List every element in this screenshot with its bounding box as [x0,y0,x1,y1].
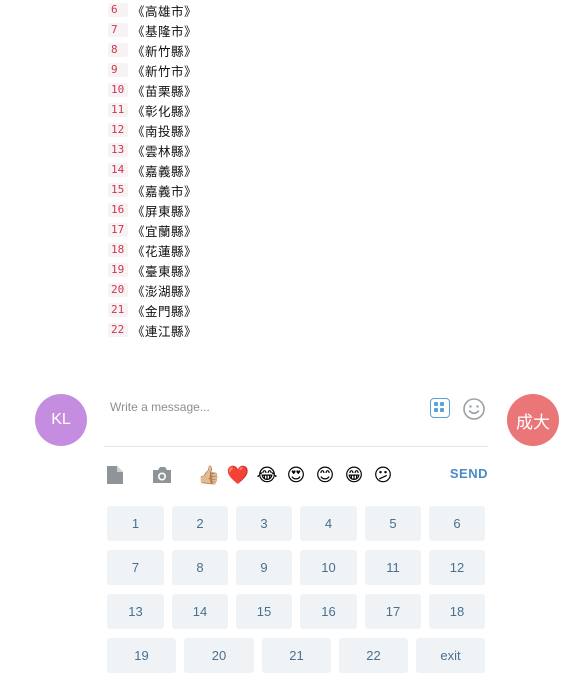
camera-icon[interactable] [150,462,174,488]
keypad-button-10[interactable]: 10 [300,550,357,585]
item-label: 《南投縣》 [132,123,198,139]
item-number: 22 [108,323,128,337]
list-item: 19 《臺東縣》 [108,260,328,280]
item-label: 《金門縣》 [132,303,198,319]
keypad-button-9[interactable]: 9 [236,550,292,585]
user-avatar[interactable]: KL [35,394,87,446]
item-label: 《嘉義縣》 [132,163,198,179]
item-number: 15 [108,183,128,197]
item-label: 《高雄市》 [132,3,198,19]
list-item: 7 《基隆市》 [108,20,328,40]
emoji-picker-icon[interactable] [462,397,486,421]
item-label: 《屏東縣》 [132,203,198,219]
item-label: 《新竹市》 [132,63,198,79]
thumbs-up-emoji[interactable]: 👍🏼 [197,463,221,487]
message-composer [104,388,488,447]
list-item: 6 《高雄市》 [108,0,328,20]
item-number: 11 [108,103,128,117]
list-item: 10 《苗栗縣》 [108,80,328,100]
item-number: 16 [108,203,128,217]
keypad-button-13[interactable]: 13 [107,594,164,629]
keypad-button-6[interactable]: 6 [429,506,485,541]
grinning-emoji[interactable]: 😁 [342,463,366,487]
keypad-button-3[interactable]: 3 [236,506,292,541]
keypad-button-17[interactable]: 17 [365,594,421,629]
item-label: 《花蓮縣》 [132,243,198,259]
keypad-button-16[interactable]: 16 [300,594,357,629]
keypad-exit-button[interactable]: exit [416,638,485,673]
item-number: 17 [108,223,128,237]
item-number: 20 [108,283,128,297]
keypad-button-12[interactable]: 12 [429,550,485,585]
composer-toolbar: 👍🏼 ❤️ 😂 😍 😊 😁 😕 SEND [104,462,488,490]
item-label: 《宜蘭縣》 [132,223,198,239]
keypad-button-20[interactable]: 20 [184,638,254,673]
item-number: 12 [108,123,128,137]
item-label: 《基隆市》 [132,23,198,39]
item-label: 《嘉義市》 [132,183,198,199]
keypad-button-4[interactable]: 4 [300,506,357,541]
keypad-button-2[interactable]: 2 [172,506,228,541]
smiling-emoji[interactable]: 😊 [313,463,337,487]
heart-eyes-emoji[interactable]: 😍 [284,463,308,487]
item-label: 《新竹縣》 [132,43,198,59]
message-list: 6 《高雄市》 7 《基隆市》 8 《新竹縣》 9 《新竹市》 10 《苗栗縣》 11 《彰化縣》 12… [108,0,328,340]
list-item: 22 《連江縣》 [108,320,328,340]
keypad-button-14[interactable]: 14 [172,594,228,629]
list-item: 18 《花蓮縣》 [108,240,328,260]
list-item: 9 《新竹市》 [108,60,328,80]
item-number: 21 [108,303,128,317]
keypad-button-8[interactable]: 8 [172,550,228,585]
heart-emoji[interactable]: ❤️ [226,463,250,487]
item-number: 6 [108,3,128,17]
item-number: 14 [108,163,128,177]
list-item: 14 《嘉義縣》 [108,160,328,180]
item-number: 10 [108,83,128,97]
bot-avatar[interactable]: 成大 [507,394,559,446]
keypad-button-15[interactable]: 15 [236,594,292,629]
list-item: 8 《新竹縣》 [108,40,328,60]
keypad-toggle-icon[interactable] [430,398,450,418]
keypad-button-18[interactable]: 18 [429,594,485,629]
send-button[interactable]: SEND [450,466,488,481]
item-number: 9 [108,63,128,77]
item-number: 13 [108,143,128,157]
item-label: 《連江縣》 [132,323,198,339]
keypad-button-22[interactable]: 22 [339,638,408,673]
item-label: 《澎湖縣》 [132,283,198,299]
confused-emoji[interactable]: 😕 [371,463,395,487]
list-item: 13 《雲林縣》 [108,140,328,160]
list-item: 12 《南投縣》 [108,120,328,140]
message-input[interactable] [108,396,412,418]
keypad-button-5[interactable]: 5 [365,506,421,541]
item-label: 《臺東縣》 [132,263,198,279]
list-item: 11 《彰化縣》 [108,100,328,120]
item-number: 7 [108,23,128,37]
item-number: 19 [108,263,128,277]
item-label: 《苗栗縣》 [132,83,198,99]
list-item: 16 《屏東縣》 [108,200,328,220]
item-number: 8 [108,43,128,57]
item-label: 《雲林縣》 [132,143,198,159]
list-item: 20 《澎湖縣》 [108,280,328,300]
tears-of-joy-emoji[interactable]: 😂 [255,463,279,487]
list-item: 15 《嘉義市》 [108,180,328,200]
list-item: 21 《金門縣》 [108,300,328,320]
keypad-button-21[interactable]: 21 [262,638,331,673]
list-item: 17 《宜蘭縣》 [108,220,328,240]
keypad-button-7[interactable]: 7 [107,550,164,585]
item-number: 18 [108,243,128,257]
keypad-button-1[interactable]: 1 [107,506,164,541]
file-icon[interactable] [104,462,126,488]
keypad-button-11[interactable]: 11 [365,550,421,585]
keypad-button-19[interactable]: 19 [107,638,176,673]
item-label: 《彰化縣》 [132,103,198,119]
